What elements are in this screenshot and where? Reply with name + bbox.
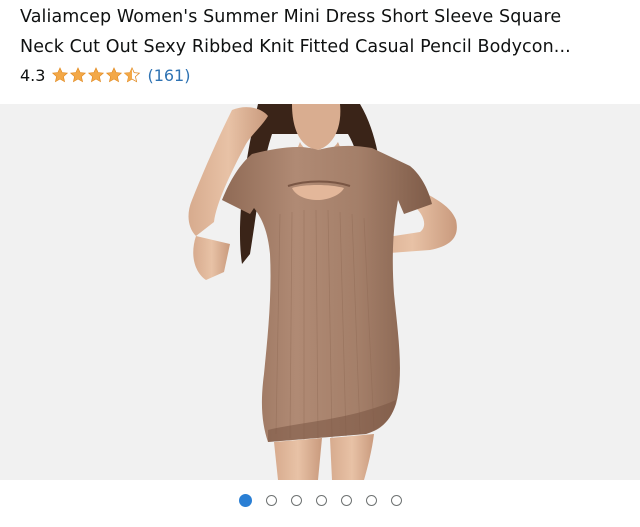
product-image-carousel[interactable]: [0, 104, 640, 480]
star-full-icon: [88, 67, 105, 83]
review-count-link[interactable]: (161): [147, 66, 190, 85]
carousel-dot-active[interactable]: [238, 493, 252, 507]
star-full-icon: [70, 67, 87, 83]
product-title-line-2: Neck Cut Out Sexy Ribbed Knit Fitted Cas…: [20, 37, 571, 57]
carousel-dot[interactable]: [290, 494, 302, 506]
carousel-dot[interactable]: [340, 494, 352, 506]
carousel-dot[interactable]: [315, 494, 327, 506]
carousel-indicator: [0, 490, 640, 510]
carousel-dot[interactable]: [365, 494, 377, 506]
product-title-line-1: Valiamcep Women's Summer Mini Dress Shor…: [20, 7, 562, 27]
rating-row[interactable]: 4.3 (161): [20, 63, 190, 87]
product-title[interactable]: Valiamcep Women's Summer Mini Dress Shor…: [20, 2, 620, 62]
product-page: Valiamcep Women's Summer Mini Dress Shor…: [0, 0, 640, 527]
product-image[interactable]: [0, 104, 640, 480]
rating-value: 4.3: [20, 65, 46, 85]
star-half-icon: [124, 66, 141, 83]
star-full-icon: [52, 67, 69, 83]
star-rating: [51, 66, 141, 84]
star-full-icon: [106, 67, 123, 83]
carousel-dot[interactable]: [390, 494, 402, 506]
carousel-dot[interactable]: [265, 494, 277, 506]
